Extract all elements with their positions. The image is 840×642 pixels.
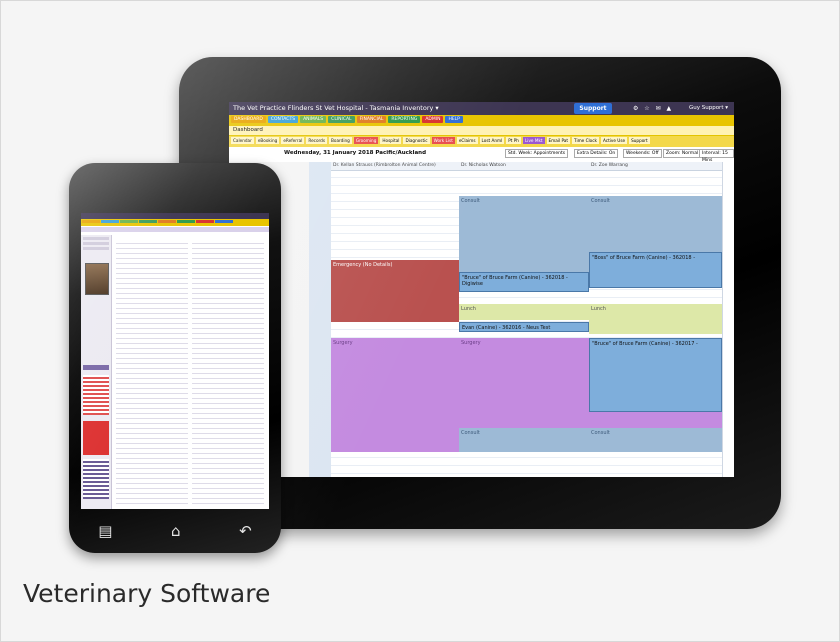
app-title: The Vet Practice Flinders St Vet Hospita…: [233, 104, 439, 112]
calendar-date: Wednesday, 31 January 2018 Pacific/Auckl…: [284, 150, 427, 156]
animal-photo: [85, 263, 109, 295]
consult-block-2[interactable]: Consult: [459, 428, 589, 452]
appointment-bruce[interactable]: "Bruce" of Bruce Farm (Canine) - 362018 …: [459, 272, 589, 292]
menu-help[interactable]: HELP: [445, 116, 463, 123]
tab-email[interactable]: Email Pat: [546, 137, 571, 144]
tab-records[interactable]: Records: [306, 137, 328, 144]
calendar-columns: Dr. Kellan Strauss (Rimbrolton Animal Ce…: [331, 162, 728, 477]
column-header-3: Dr. Zoe Warrang: [589, 162, 722, 171]
phone-alert-list: [83, 375, 109, 415]
surgery-block-1[interactable]: Surgery: [331, 338, 459, 452]
phone-screen: [81, 213, 269, 509]
appointment-boss[interactable]: "Boss" of Bruce Farm (Canine) - 362018 -: [589, 252, 722, 288]
phone-main: [112, 235, 269, 509]
phone-menu: [81, 219, 269, 226]
tab-boarding[interactable]: Boarding: [329, 137, 352, 144]
menu-dashboard[interactable]: DASHBOARD: [231, 116, 266, 123]
weekends-select[interactable]: Weekends: Off: [623, 149, 662, 158]
column-header-1: Dr. Kellan Strauss (Rimbrolton Animal Ce…: [331, 162, 459, 171]
dashboard-tabs: Calendar eBooking eReferral Records Boar…: [229, 136, 734, 147]
lunch-block-2[interactable]: Lunch: [589, 304, 722, 334]
time-gutter: [309, 162, 331, 477]
phone-nav-buttons: ▤ ⌂ ↶: [69, 519, 281, 543]
lunch-block-1[interactable]: Lunch: [459, 304, 589, 320]
tab-lost-animals[interactable]: Lost Anml: [479, 137, 505, 144]
appointment-evan[interactable]: Evan (Canine) - 362016 - Neus Test: [459, 322, 589, 332]
tablet-title-bar: The Vet Practice Flinders St Vet Hospita…: [229, 102, 734, 115]
user-menu[interactable]: Guy Support ▾: [689, 102, 728, 115]
dashboard-breadcrumb: Dashboard: [229, 126, 734, 136]
tab-grooming[interactable]: Grooming: [353, 137, 379, 144]
tab-support[interactable]: Support: [629, 137, 650, 144]
tab-time-clock[interactable]: Time Clock: [572, 137, 599, 144]
menu-animals[interactable]: ANIMALS: [300, 116, 327, 123]
phone-section-header: [83, 365, 109, 370]
menu-clinical[interactable]: CLINICAL: [328, 116, 355, 123]
surgery-block-3[interactable]: [589, 412, 722, 428]
toolbar-icons: ⚙ ☆ ✉ ▲: [633, 105, 674, 112]
tab-work-list[interactable]: Work List: [431, 137, 455, 144]
calendar-column-1[interactable]: Dr. Kellan Strauss (Rimbrolton Animal Ce…: [331, 162, 460, 477]
details-select[interactable]: Extra Details: On: [574, 149, 619, 158]
appointment-bruce-2[interactable]: "Bruce" of Bruce Farm (Canine) - 362017 …: [589, 338, 722, 412]
calendar-date-bar: Wednesday, 31 January 2018 Pacific/Auckl…: [229, 147, 734, 163]
phone-info-list: [83, 459, 109, 499]
phone-column-left: [116, 239, 188, 505]
phone-toolbar: [81, 227, 269, 232]
consult-block-3[interactable]: Consult: [589, 196, 722, 252]
emergency-block[interactable]: Emergency (No Details): [331, 260, 459, 322]
phone-device: ▤ ⌂ ↶: [69, 163, 281, 553]
interval-select[interactable]: Interval: 15 Mins: [699, 149, 734, 163]
tablet-screen: The Vet Practice Flinders St Vet Hospita…: [229, 102, 734, 477]
menu-admin[interactable]: ADMIN: [422, 116, 444, 123]
zoom-select[interactable]: Zoom: Normal: [663, 149, 702, 158]
tab-hospital[interactable]: Hospital: [380, 137, 402, 144]
consult-block-1[interactable]: Consult: [459, 196, 589, 282]
product-card: The Vet Practice Flinders St Vet Hospita…: [0, 0, 840, 642]
back-icon[interactable]: ↶: [239, 522, 252, 540]
caption-title: Veterinary Software: [23, 579, 271, 608]
menu-financial[interactable]: FINANCIAL: [356, 116, 387, 123]
support-button[interactable]: Support: [574, 103, 612, 114]
calendar-column-3[interactable]: Dr. Zoe Warrang Consult "Boss" of Bruce …: [589, 162, 723, 477]
main-menu: DASHBOARD CONTACTS ANIMALS CLINICAL FINA…: [229, 115, 734, 126]
calendar-column-2[interactable]: Dr. Nicholas Watson Consult "Bruce" of B…: [459, 162, 590, 477]
menu-contacts[interactable]: CONTACTS: [267, 116, 299, 123]
phone-alert-box: [83, 421, 109, 455]
tab-calendar[interactable]: Calendar: [231, 137, 254, 144]
calendar-body: Dr. Kellan Strauss (Rimbrolton Animal Ce…: [229, 162, 734, 477]
menu-reporting[interactable]: REPORTING: [388, 116, 421, 123]
tab-eclaims[interactable]: eClaims: [456, 137, 478, 144]
tab-active-users[interactable]: Active Use: [600, 137, 628, 144]
tab-ereferral[interactable]: eReferral: [281, 137, 305, 144]
consult-block-4[interactable]: Consult: [589, 428, 722, 452]
tab-diagnostic[interactable]: Diagnostic: [403, 137, 430, 144]
surgery-block-2[interactable]: Surgery: [459, 338, 589, 428]
home-icon[interactable]: ⌂: [171, 522, 181, 540]
phone-column-right: [192, 239, 264, 505]
tab-pt-ph[interactable]: Pt Ph: [506, 137, 521, 144]
view-select[interactable]: Std. Week: Appointments: [505, 149, 569, 158]
column-header-2: Dr. Nicholas Watson: [459, 162, 589, 171]
tab-live-mkt[interactable]: Live Mkt: [522, 137, 545, 144]
phone-sidebar: [81, 235, 112, 509]
tab-ebooking[interactable]: eBooking: [255, 137, 280, 144]
menu-icon[interactable]: ▤: [98, 522, 112, 540]
